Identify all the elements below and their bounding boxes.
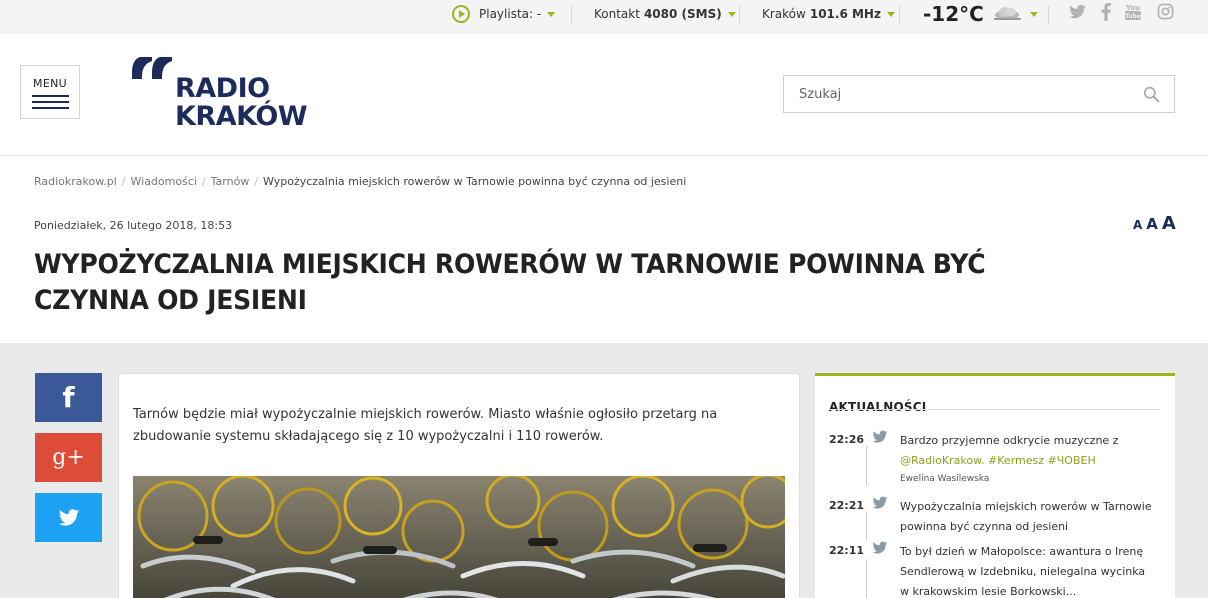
twitter-icon[interactable] xyxy=(1068,3,1087,21)
font-size-small-button[interactable]: A xyxy=(1133,218,1142,232)
facebook-share-button[interactable]: f xyxy=(35,373,102,422)
breadcrumb-separator: / xyxy=(121,175,126,188)
contact-value: 4080 (SMS) xyxy=(643,7,722,21)
divider xyxy=(739,6,740,24)
news-author: Ewelina Wasilewska xyxy=(900,474,990,484)
search-input[interactable] xyxy=(784,76,1134,112)
timeline-line xyxy=(866,511,867,541)
contact-dropdown[interactable]: Kontakt 4080 (SMS) xyxy=(594,0,736,28)
breadcrumb-home[interactable]: Radiokrakow.pl xyxy=(34,175,117,188)
svg-text:You: You xyxy=(1125,4,1140,12)
twitter-icon xyxy=(872,430,888,443)
twitter-icon xyxy=(58,508,79,526)
bicycles-image xyxy=(133,476,785,598)
logo-text: RADIO KRAKÓW xyxy=(175,73,308,132)
contact-label: Kontakt xyxy=(594,7,640,21)
facebook-icon: f xyxy=(62,381,75,414)
breadcrumb-news[interactable]: Wiadomości xyxy=(131,175,197,188)
news-text: Bardzo przyjemne odkrycie muzyczne z @Ra… xyxy=(900,431,1155,471)
weather-dropdown[interactable]: -12°C xyxy=(923,0,1038,28)
news-title-divider xyxy=(829,409,1160,410)
temperature: -12°C xyxy=(923,2,984,26)
news-text: Wypożyczalnia miejskich rowerów w Tarnow… xyxy=(900,500,1152,533)
divider xyxy=(571,6,572,24)
logo-line-2: KRAKÓW xyxy=(175,101,308,132)
hamburger-line xyxy=(32,101,69,103)
hamburger-line xyxy=(32,107,69,109)
news-sidebar: AKTUALNOŚCI 22:26 Bardzo przyjemne odkry… xyxy=(815,373,1175,598)
timeline-line xyxy=(866,559,867,598)
twitter-share-button[interactable] xyxy=(35,493,102,542)
divider xyxy=(1048,6,1049,24)
divider xyxy=(899,6,900,24)
article-card: Tarnów będzie miał wypożyczalnie miejski… xyxy=(118,373,800,598)
station-label: Kraków xyxy=(762,7,806,21)
article-lead: Tarnów będzie miał wypożyczalnie miejski… xyxy=(133,407,718,444)
search-box[interactable] xyxy=(783,75,1175,113)
twitter-icon xyxy=(872,496,888,509)
station-frequency: 101.6 MHz xyxy=(809,7,881,21)
station-dropdown[interactable]: Kraków 101.6 MHz xyxy=(762,0,895,28)
menu-button[interactable]: MENU xyxy=(20,65,80,119)
googleplus-icon: g+ xyxy=(52,445,85,470)
googleplus-share-button[interactable]: g+ xyxy=(35,433,102,482)
breadcrumb-separator: / xyxy=(254,175,259,188)
breadcrumb-separator: / xyxy=(201,175,206,188)
breadcrumb-current: Wypożyczalnia miejskich rowerów w Tarnow… xyxy=(263,175,687,188)
article-date: Poniedziałek, 26 lutego 2018, 18:53 xyxy=(34,219,233,232)
news-text-part: Bardzo przyjemne odkrycie muzyczne z xyxy=(900,434,1119,447)
breadcrumb: Radiokrakow.pl / Wiadomości / Tarnów / W… xyxy=(34,175,686,188)
search-icon[interactable] xyxy=(1143,86,1160,103)
news-hashtags[interactable]: @RadioKrakow. #Kermesz #ЧОВЕН xyxy=(900,454,1096,467)
chevron-down-icon xyxy=(727,11,736,17)
svg-text:Tube: Tube xyxy=(1125,13,1141,20)
youtube-icon[interactable]: You Tube xyxy=(1125,3,1141,21)
article-photo xyxy=(133,476,785,598)
cloud-icon xyxy=(993,7,1021,20)
twitter-icon xyxy=(872,541,888,554)
chevron-down-icon xyxy=(1029,11,1038,17)
playlist-dropdown[interactable]: Playlista: - xyxy=(452,0,556,28)
news-time: 22:11 xyxy=(829,544,865,557)
article-title: Wypożyczalnia miejskich rowerów w Tarnow… xyxy=(34,249,986,316)
hamburger-icon xyxy=(32,95,69,97)
news-time: 22:21 xyxy=(829,499,865,512)
news-text: To był dzień w Małopolsce: awantura o Ir… xyxy=(900,545,1146,598)
news-title: AKTUALNOŚCI xyxy=(829,400,927,414)
facebook-icon[interactable] xyxy=(1100,3,1112,21)
breadcrumb-tarnow[interactable]: Tarnów xyxy=(211,175,250,188)
font-size-large-button[interactable]: A xyxy=(1162,213,1176,234)
play-icon[interactable] xyxy=(452,5,470,23)
font-size-controls: A A A xyxy=(1129,213,1176,234)
chevron-down-icon xyxy=(886,11,895,17)
menu-label: MENU xyxy=(33,77,67,90)
quote-mark-icon xyxy=(132,57,172,79)
chevron-down-icon xyxy=(547,11,556,17)
font-size-medium-button[interactable]: A xyxy=(1146,215,1158,233)
instagram-icon[interactable] xyxy=(1157,3,1174,20)
logo-line-1: RADIO xyxy=(175,73,270,104)
top-bar: Playlista: - Kontakt 4080 (SMS) Kraków 1… xyxy=(0,0,1208,34)
header-divider xyxy=(0,155,1208,156)
news-time: 22:26 xyxy=(829,433,865,446)
timeline-line xyxy=(866,446,867,486)
playlist-label: Playlista: - xyxy=(479,7,542,21)
